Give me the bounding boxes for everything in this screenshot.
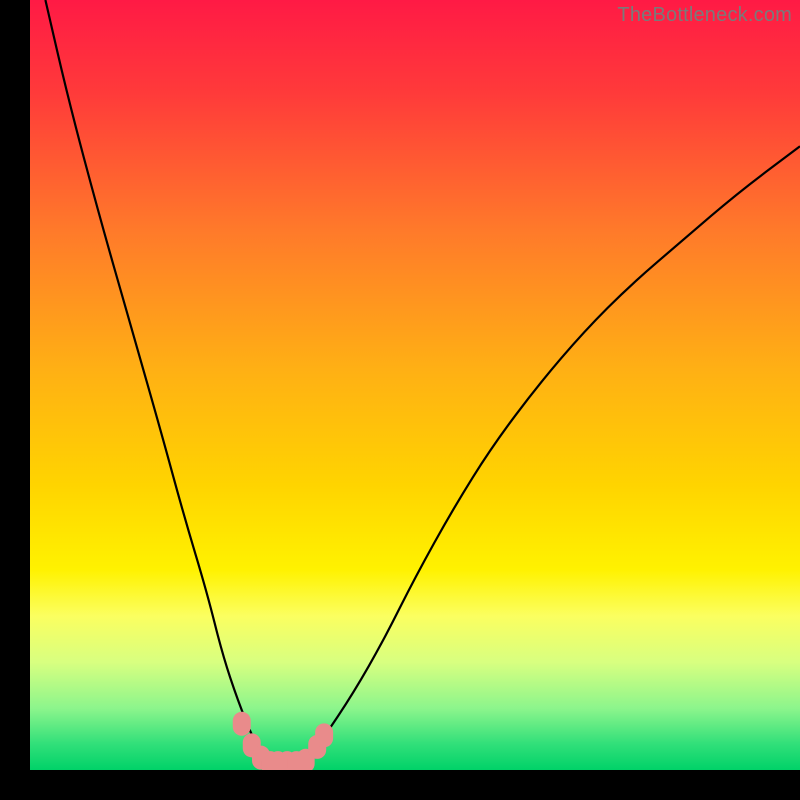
watermark-text: TheBottleneck.com	[617, 4, 792, 27]
bottleneck-chart	[30, 0, 800, 770]
chart-frame: TheBottleneck.com	[30, 0, 800, 770]
chart-background	[30, 0, 800, 770]
sweet-spot-marker	[233, 712, 251, 736]
sweet-spot-marker	[315, 723, 333, 747]
